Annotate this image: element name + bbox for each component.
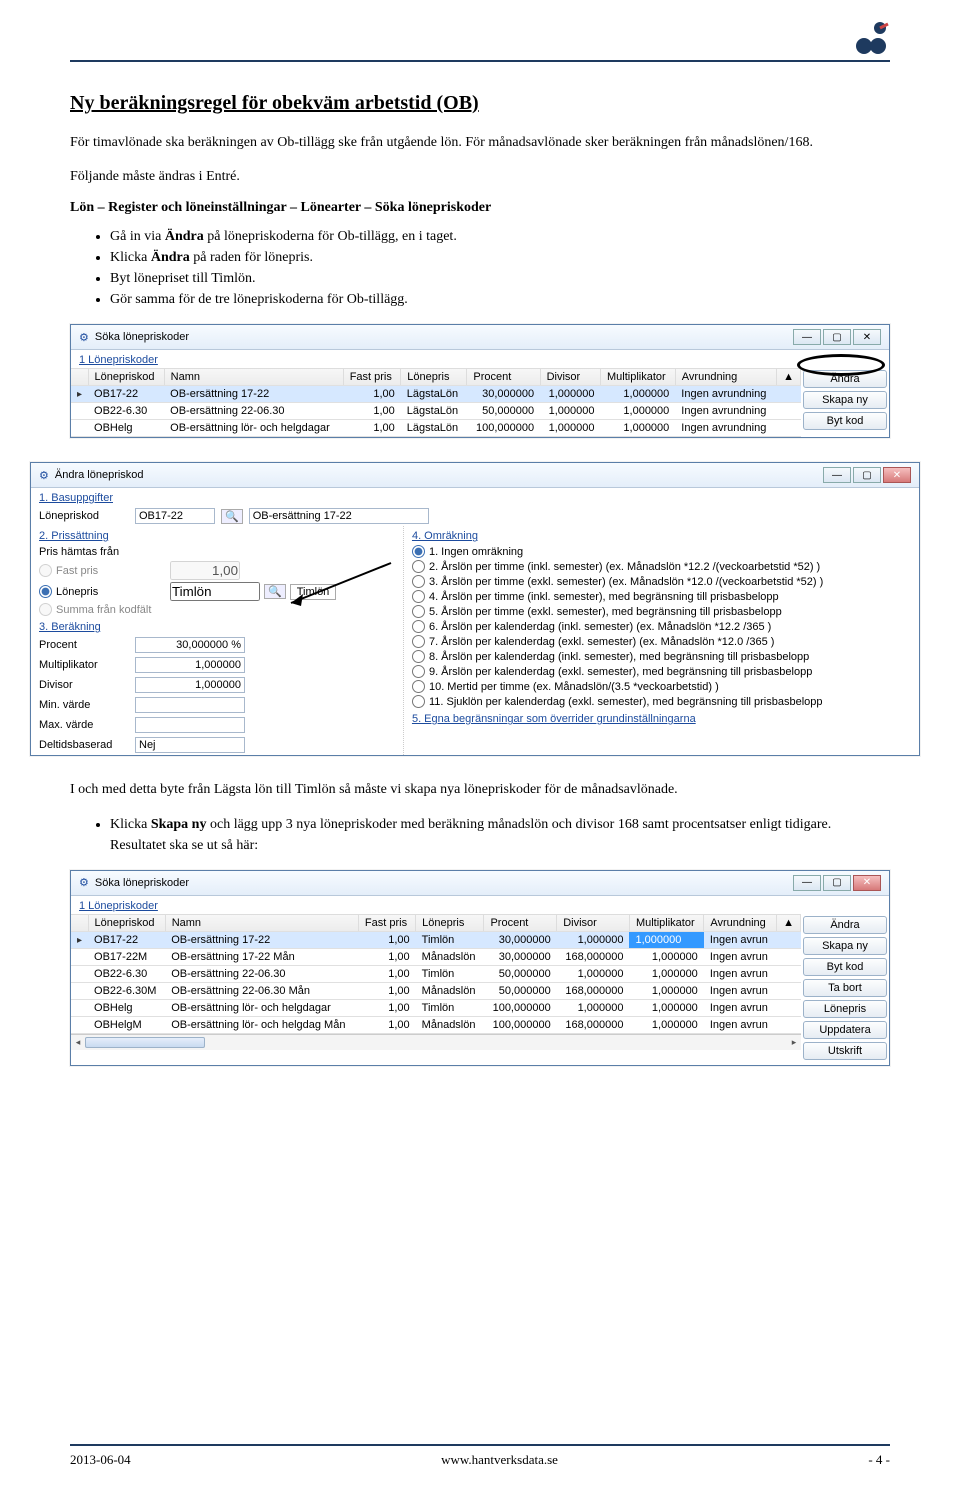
min-input[interactable] — [135, 697, 245, 713]
omrakning-option[interactable]: 4. Årslön per timme (inkl. semester), me… — [404, 589, 919, 604]
omrakning-option[interactable]: 9. Årslön per kalenderdag (exkl. semeste… — [404, 664, 919, 679]
procent-input[interactable] — [135, 637, 245, 653]
lonepriskod-input[interactable] — [135, 508, 215, 524]
fast-pris-input — [170, 561, 240, 580]
bullet-list-2: Klicka Skapa ny och lägg upp 3 nya lönep… — [110, 814, 890, 856]
footer-date: 2013-06-04 — [70, 1452, 131, 1468]
table-row[interactable]: OB22-6.30OB-ersättning 22-06.301,00Lägst… — [71, 403, 801, 420]
min-button[interactable]: — — [793, 329, 821, 345]
nav-path: Lön – Register och löneinställningar – L… — [70, 200, 890, 216]
table-row[interactable]: OB22-6.30OB-ersättning 22-06.301,00Timlö… — [71, 965, 801, 982]
utskrift-button[interactable]: Utskrift — [803, 1042, 887, 1060]
lonepris-input[interactable] — [170, 582, 260, 601]
pris-hamtas-label: Pris hämtas från — [39, 546, 119, 558]
min-button[interactable]: — — [793, 875, 821, 891]
lonepriskod-table: LönepriskodNamnFast prisLöneprisProcentD… — [71, 915, 801, 1034]
table-row[interactable]: OB22-6.30MOB-ersättning 22-06.30 Mån1,00… — [71, 982, 801, 999]
omrakning-option[interactable]: 6. Årslön per kalenderdag (inkl. semeste… — [404, 619, 919, 634]
group-1: 1. Basuppgifter — [31, 488, 919, 506]
table-row[interactable]: OB17-22OB-ersättning 17-221,00LägstaLön3… — [71, 386, 801, 403]
fast-pris-radio — [39, 564, 52, 577]
andra-button[interactable]: Ändra — [803, 916, 887, 934]
gear-icon: ⚙ — [79, 876, 89, 889]
close-button[interactable]: ✕ — [853, 329, 881, 345]
lookup-icon[interactable]: 🔍 — [221, 509, 243, 524]
table-row[interactable]: OB17-22MOB-ersättning 17-22 Mån1,00Månad… — [71, 948, 801, 965]
table-row[interactable]: OBHelgOB-ersättning lör- och helgdagar1,… — [71, 999, 801, 1016]
section-link[interactable]: 1 Lönepriskoder — [79, 900, 158, 912]
lookup-icon[interactable]: 🔍 — [264, 584, 286, 599]
section-link[interactable]: 1 Lönepriskoder — [79, 354, 158, 366]
dropdown-timlon[interactable]: Timlön — [290, 584, 337, 600]
screenshot-soka-2: ⚙ Söka lönepriskoder — ▢ ✕ 1 Lönepriskod… — [70, 870, 890, 1066]
bullet-list-1: Gå in via Ändra på lönepriskoderna för O… — [110, 226, 890, 310]
group-2: 2. Prissättning — [31, 526, 403, 544]
group-4: 4. Omräkning — [404, 526, 919, 544]
andra-button[interactable]: Ändra — [803, 370, 887, 388]
omrakning-option[interactable]: 8. Årslön per kalenderdag (inkl. semeste… — [404, 649, 919, 664]
footer-page: - 4 - — [868, 1452, 890, 1468]
h-scrollbar[interactable]: ◂▸ — [71, 1034, 801, 1050]
gear-icon: ⚙ — [39, 469, 49, 482]
mid-para: I och med detta byte från Lägsta lön til… — [70, 780, 890, 800]
mult-input[interactable] — [135, 657, 245, 673]
table-row[interactable]: OBHelgMOB-ersättning lör- och helgdag Må… — [71, 1016, 801, 1033]
screenshot-andra: ⚙ Ändra lönepriskod — ▢ ✕ 1. Basuppgifte… — [30, 462, 920, 756]
close-button[interactable]: ✕ — [883, 467, 911, 483]
top-rule — [70, 60, 890, 62]
byt-kod-button[interactable]: Byt kod — [803, 958, 887, 976]
table-row[interactable]: OBHelgOB-ersättning lör- och helgdagar1,… — [71, 420, 801, 437]
div-input[interactable] — [135, 677, 245, 693]
lonepriskod-name-input[interactable] — [249, 508, 429, 524]
skapa-ny-button[interactable]: Skapa ny — [803, 391, 887, 409]
omrakning-option[interactable]: 1. Ingen omräkning — [404, 544, 919, 559]
max-input[interactable] — [135, 717, 245, 733]
footer-url: www.hantverksdata.se — [441, 1452, 558, 1468]
page-footer: 2013-06-04 www.hantverksdata.se - 4 - — [70, 1444, 890, 1468]
skapa-ny-button[interactable]: Skapa ny — [803, 937, 887, 955]
ta-bort-button[interactable]: Ta bort — [803, 979, 887, 997]
window-title: Ändra lönepriskod — [55, 469, 817, 481]
uppdatera-button[interactable]: Uppdatera — [803, 1021, 887, 1039]
window-title: Söka lönepriskoder — [95, 331, 787, 343]
omrakning-option[interactable]: 10. Mertid per timme (ex. Månadslön/(3.5… — [404, 679, 919, 694]
heading: Ny beräkningsregel för obekväm arbetstid… — [70, 92, 890, 115]
lonepris-radio[interactable] — [39, 585, 52, 598]
max-button[interactable]: ▢ — [853, 467, 881, 483]
gear-icon: ⚙ — [79, 331, 89, 344]
screenshot-soka-1: ⚙ Söka lönepriskoder — ▢ ✕ 1 Lönepriskod… — [70, 324, 890, 438]
summa-radio — [39, 603, 52, 616]
omrakning-option[interactable]: 11. Sjuklön per kalenderdag (exkl. semes… — [404, 694, 919, 709]
omrakning-option[interactable]: 2. Årslön per timme (inkl. semester) (ex… — [404, 559, 919, 574]
omrakning-option[interactable]: 5. Årslön per timme (exkl. semester), me… — [404, 604, 919, 619]
deltid-input[interactable] — [135, 737, 245, 753]
intro-2: Följande måste ändras i Entré. — [70, 167, 890, 187]
group-5: 5. Egna begränsningar som överrider grun… — [404, 709, 919, 727]
lonepris-button[interactable]: Lönepris — [803, 1000, 887, 1018]
omrakning-option[interactable]: 7. Årslön per kalenderdag (exkl. semeste… — [404, 634, 919, 649]
omrakning-option[interactable]: 3. Årslön per timme (exkl. semester) (ex… — [404, 574, 919, 589]
max-button[interactable]: ▢ — [823, 329, 851, 345]
lonepriskod-label: Lönepriskod — [39, 510, 129, 522]
lonepriskod-table: LönepriskodNamnFast prisLöneprisProcentD… — [71, 369, 801, 437]
intro-1: För timavlönade ska beräkningen av Ob-ti… — [70, 133, 890, 153]
max-button[interactable]: ▢ — [823, 875, 851, 891]
byt-kod-button[interactable]: Byt kod — [803, 412, 887, 430]
close-button[interactable]: ✕ — [853, 875, 881, 891]
min-button[interactable]: — — [823, 467, 851, 483]
group-3: 3. Beräkning — [31, 617, 403, 635]
window-title: Söka lönepriskoder — [95, 877, 787, 889]
table-row[interactable]: OB17-22OB-ersättning 17-221,00Timlön30,0… — [71, 931, 801, 948]
logo — [850, 20, 890, 56]
